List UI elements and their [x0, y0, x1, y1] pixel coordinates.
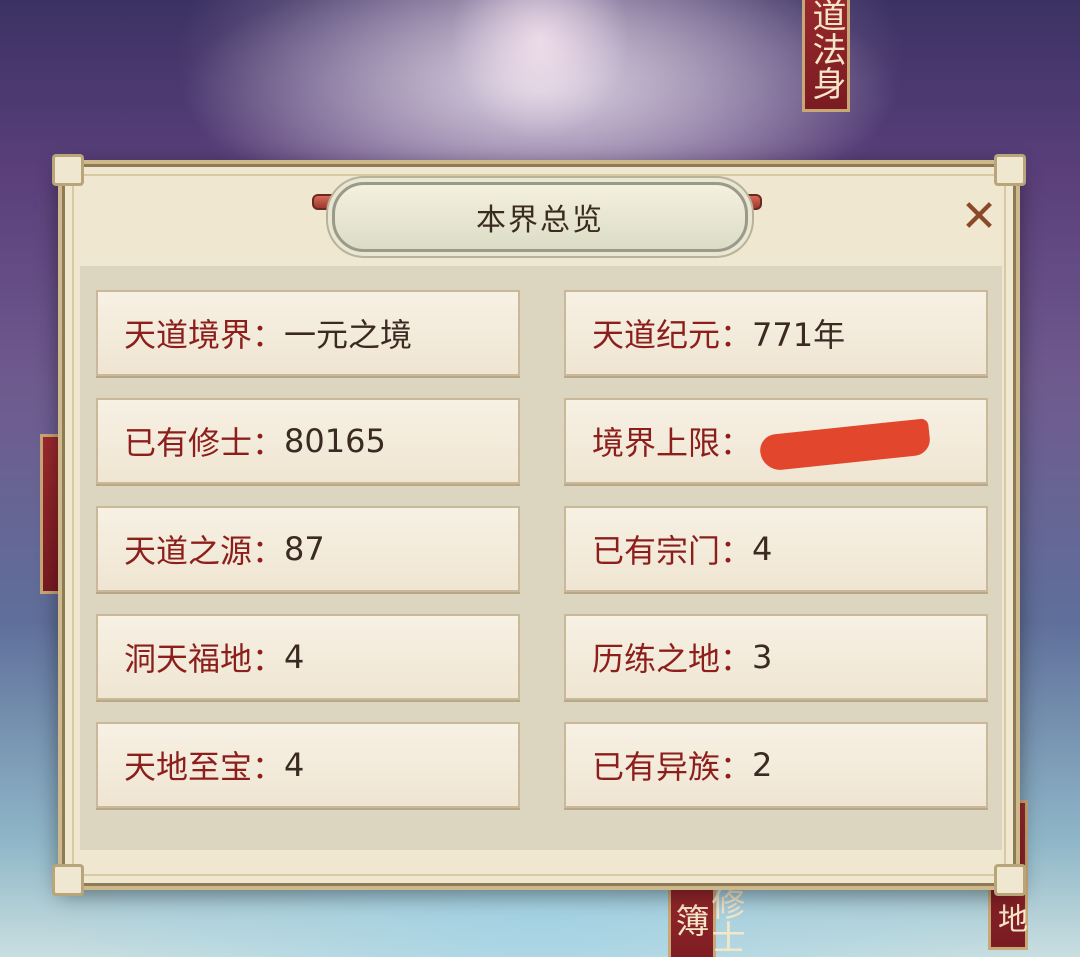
stat-value: 80165 [284, 422, 386, 460]
stat-label: 天道境界： [124, 316, 285, 354]
stat-sects: 已有宗门： 4 [564, 506, 988, 592]
stat-value: 3 [752, 638, 773, 676]
stat-value: 87 [284, 530, 325, 568]
close-icon: ✕ [960, 191, 998, 242]
stat-cultivators: 已有修士： 80165 [96, 398, 520, 484]
stat-label: 天道纪元： [592, 316, 753, 354]
stat-blessed-lands: 洞天福地： 4 [96, 614, 520, 700]
dialog-title: 本界总览 [476, 203, 604, 238]
stat-heaven-realm: 天道境界： 一元之境 [96, 290, 520, 376]
game-screen: 道法身 修士簿 地 本界总览 ✕ 天道境界： 一元之境 天道纪元： 771年 已… [0, 0, 1080, 957]
banner-dao-body-label: 道法身 [806, 0, 846, 100]
banner-land-label: 地 [992, 903, 1027, 933]
stat-label: 已有异族： [592, 748, 753, 786]
corner-ornament-bl [52, 864, 84, 896]
stats-panel: 天道境界： 一元之境 天道纪元： 771年 已有修士： 80165 境界上限： … [80, 266, 1002, 850]
corner-ornament-br [994, 864, 1026, 896]
stat-value: 771年 [752, 316, 846, 354]
stat-value: 2 [752, 746, 773, 784]
stat-training-grounds: 历练之地： 3 [564, 614, 988, 700]
stat-value: 一元之境 [284, 316, 413, 354]
stat-label: 已有宗门： [592, 532, 753, 570]
stat-heaven-source: 天道之源： 87 [96, 506, 520, 592]
stat-value: 4 [284, 638, 305, 676]
banner-dao-body[interactable]: 道法身 [802, 0, 850, 112]
stat-label: 历练之地： [592, 640, 753, 678]
stat-value: 4 [752, 530, 773, 568]
stat-alien-races: 已有异族： 2 [564, 722, 988, 808]
stat-realm-cap: 境界上限： [564, 398, 988, 484]
stat-heaven-era: 天道纪元： 771年 [564, 290, 988, 376]
redaction-mark [758, 418, 932, 472]
stat-label: 天道之源： [124, 532, 285, 570]
stat-label: 天地至宝： [124, 748, 285, 786]
corner-ornament-tr [994, 154, 1026, 186]
close-button[interactable]: ✕ [956, 194, 1002, 240]
world-overview-dialog: 本界总览 ✕ 天道境界： 一元之境 天道纪元： 771年 已有修士： 80165… [52, 154, 1026, 896]
stat-value: 4 [284, 746, 305, 784]
title-plate: 本界总览 [332, 182, 748, 252]
stat-label: 已有修士： [124, 424, 285, 462]
stat-label: 境界上限： [592, 424, 753, 462]
stat-label: 洞天福地： [124, 640, 285, 678]
stat-treasures: 天地至宝： 4 [96, 722, 520, 808]
corner-ornament-tl [52, 154, 84, 186]
